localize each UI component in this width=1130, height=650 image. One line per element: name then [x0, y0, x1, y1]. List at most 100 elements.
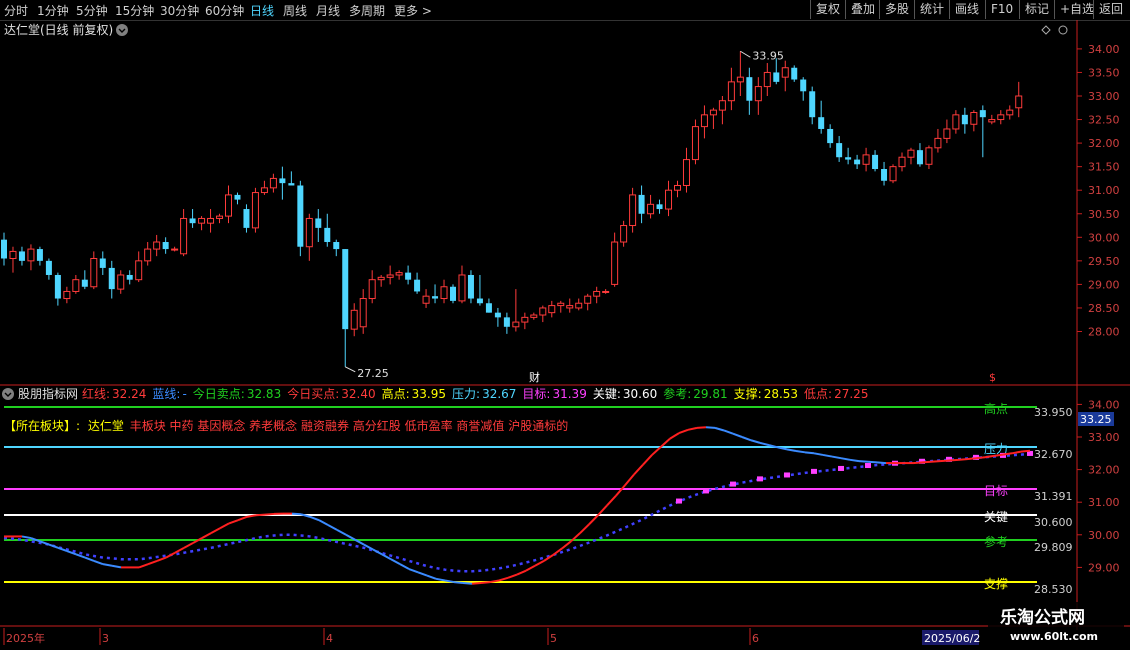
watermark: 乐淘公式网 www.60lt.com: [988, 602, 1124, 646]
shares-badge[interactable]: $: [989, 371, 996, 384]
toolbar-button-4[interactable]: 画线: [949, 0, 984, 19]
period-tab-7[interactable]: 周线: [283, 2, 307, 19]
indicator-axis-label: 30.00: [1088, 529, 1120, 542]
trend-line-segment: [336, 529, 347, 536]
candle-body: [18, 251, 25, 261]
trend-line-segment: [867, 460, 878, 464]
trend-line-segment: [840, 457, 851, 461]
diamond-icon[interactable]: [1041, 25, 1051, 35]
title-dropdown-icon[interactable]: [116, 24, 128, 36]
candle-body: [1, 239, 7, 259]
candle-body: [656, 204, 663, 210]
indicator-dropdown-icon[interactable]: [2, 388, 14, 400]
date-axis-label: 6: [752, 632, 759, 645]
level-line-value: 32.670: [1034, 448, 1073, 461]
candle: [368, 270, 376, 304]
trend-line-segment: [318, 519, 329, 526]
indicator-value-label: 低点:: [804, 387, 832, 401]
period-tab-2[interactable]: 5分钟: [76, 2, 108, 19]
period-tab-8[interactable]: 月线: [316, 2, 340, 19]
indicator-name[interactable]: 股朋指标网: [18, 386, 78, 401]
candle: [970, 110, 978, 132]
finance-badge[interactable]: 财: [529, 370, 540, 384]
candle: [746, 67, 753, 115]
period-tab-10[interactable]: 更多 >: [394, 2, 432, 19]
candle-body: [539, 307, 547, 316]
kline-chart[interactable]: 达仁堂(日线 前复权) 34.00 33.50 33.00 32.50 32.00 31.…: [0, 20, 1130, 650]
trend-line-segment: [651, 446, 662, 456]
trend-line-segment: [309, 515, 320, 522]
candle-body: [602, 290, 610, 293]
toolbar-button-0[interactable]: 复权: [810, 0, 845, 19]
trend-line-segment: [822, 453, 833, 458]
candle: [162, 237, 169, 254]
period-tab-3[interactable]: 15分钟: [115, 2, 154, 19]
price-axis-label: 28.00: [1088, 326, 1120, 339]
toolbar-button-6[interactable]: 标记: [1019, 0, 1054, 19]
candle-body: [791, 67, 798, 80]
candle: [485, 298, 492, 313]
toolbar-button-5[interactable]: F10: [985, 0, 1018, 19]
candle: [602, 289, 610, 294]
candle: [99, 251, 106, 275]
trend-line-segment: [498, 576, 509, 582]
settings-icon[interactable]: [1058, 25, 1068, 35]
candle: [809, 86, 816, 125]
candle: [27, 244, 35, 271]
sector-stock: 达仁堂: [88, 419, 124, 433]
trend-line-segment: [678, 428, 689, 435]
candlesticks: [1, 51, 1023, 367]
trend-line-segment: [435, 577, 446, 582]
toolbar-button-2[interactable]: 多股: [879, 0, 914, 19]
magenta-marker: [757, 476, 763, 482]
trend-line-segment: [633, 464, 644, 476]
stock-title[interactable]: 达仁堂(日线 前复权): [4, 22, 113, 37]
candle-body: [512, 321, 520, 328]
candle: [359, 289, 367, 334]
candle: [665, 180, 673, 217]
candle-body: [854, 159, 861, 165]
candle-body: [36, 249, 43, 261]
candle-body: [1006, 109, 1014, 116]
candle: [647, 194, 655, 219]
trend-line-segment: [759, 441, 770, 447]
candle-body: [260, 187, 268, 194]
period-tab-6[interactable]: 日线: [250, 2, 274, 19]
toolbar-button-1[interactable]: 叠加: [845, 0, 880, 19]
trend-line-segment: [948, 458, 959, 462]
price-axis-label: 30.00: [1088, 231, 1120, 244]
candle: [135, 251, 143, 283]
candle: [189, 209, 196, 228]
candle-body: [153, 241, 161, 250]
candle: [763, 63, 771, 96]
candle-body: [682, 159, 690, 186]
candle: [63, 286, 71, 304]
candle-body: [440, 286, 448, 300]
candle-body: [198, 217, 206, 224]
candle: [450, 284, 456, 304]
candle-body: [135, 260, 143, 281]
period-tab-9[interactable]: 多周期: [349, 2, 385, 19]
trend-line-segment: [876, 461, 887, 465]
trend-line-segment: [93, 559, 104, 566]
candle-body: [836, 143, 843, 158]
candle-body: [557, 302, 565, 307]
trend-line-segment: [264, 512, 275, 516]
candle: [81, 270, 88, 290]
trend-line-segment: [525, 564, 536, 572]
toolbar-button-3[interactable]: 统计: [914, 0, 949, 19]
candle: [1, 232, 7, 266]
candle: [611, 232, 619, 287]
period-tab-4[interactable]: 30分钟: [160, 2, 199, 19]
candle: [503, 312, 510, 334]
period-tab-5[interactable]: 60分钟: [205, 2, 244, 19]
indicator-axis-label: 34.00: [1088, 398, 1120, 411]
trend-line-segment: [714, 426, 725, 432]
candle-body: [305, 217, 313, 248]
period-tab-0[interactable]: 分时: [4, 2, 28, 19]
toolbar-button-8[interactable]: 返回: [1093, 0, 1128, 19]
period-tab-1[interactable]: 1分钟: [37, 2, 69, 19]
candle-body: [620, 225, 628, 243]
candle: [854, 154, 861, 170]
trend-line-segment: [921, 460, 932, 464]
